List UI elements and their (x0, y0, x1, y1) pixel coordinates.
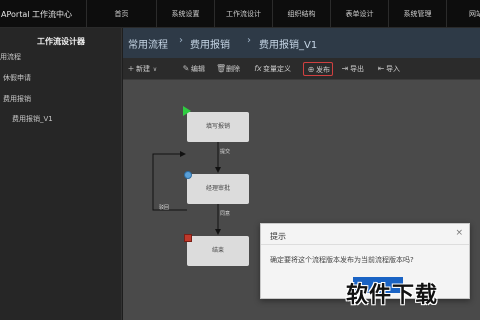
pencil-icon: ✎ (182, 64, 190, 73)
function-icon: fx (254, 64, 262, 73)
edge-label-submit: 提交 (220, 149, 231, 155)
nav-item-system-settings[interactable]: 系统设置 (156, 0, 214, 28)
top-navigation-bar: APortal 工作流中心 首页 系统设置 工作流设计 组织结构 表单设计 系统… (0, 0, 480, 28)
export-button[interactable]: ⇥ 导出 (340, 62, 364, 76)
toolbar: + 新建 ∨ ✎ 编辑 🗑删除 fx变量定义 ⊕ 发布 ⇥ 导出 ⇤ 导入 (123, 58, 480, 80)
sidebar-item-expense-v1[interactable]: 费用报销_V1 (12, 114, 53, 124)
edit-button[interactable]: ✎ 编辑 (181, 62, 205, 76)
breadcrumb-expense-v1: 费用报销_V1 (259, 40, 318, 51)
nav-item-website[interactable]: 网站 (446, 0, 480, 28)
start-icon (183, 106, 191, 116)
nav-item-workflow-design[interactable]: 工作流设计 (214, 0, 272, 28)
new-button[interactable]: + 新建 ∨ (126, 62, 160, 76)
edge-label-approve: 同意 (220, 211, 231, 217)
breadcrumb-common-flows[interactable]: 常用流程 (128, 36, 168, 51)
user-task-icon (184, 171, 192, 179)
nav-item-organization[interactable]: 组织结构 (272, 0, 330, 28)
app-title: APortal 工作流中心 (1, 10, 72, 19)
dialog-message: 确定要将这个流程版本发布为当前流程版本吗? (270, 256, 414, 264)
sidebar-title: 工作流设计器 (37, 37, 85, 46)
globe-icon: ⊕ (307, 65, 315, 74)
trash-icon: 🗑 (216, 64, 227, 73)
chevron-down-icon: ∨ (152, 66, 158, 73)
sidebar-item-expense[interactable]: 费用报销 (3, 94, 31, 104)
plus-icon: + (127, 64, 135, 73)
edge-reject (152, 151, 187, 211)
dialog-divider (261, 244, 469, 245)
sidebar-item-leave-request[interactable]: 休假申请 (3, 73, 31, 83)
publish-button[interactable]: ⊕ 发布 (303, 62, 333, 76)
flow-node-manager-approval[interactable]: 经理审批 (187, 174, 249, 204)
nav-item-system-admin[interactable]: 系统管理 (388, 0, 446, 28)
sidebar-item-common-flows[interactable]: 用流程 (0, 52, 21, 62)
close-icon[interactable]: × (455, 228, 463, 238)
dialog-title: 提示 (270, 232, 286, 241)
watermark-logo: 软件下载 (346, 283, 439, 308)
edge-label-reject: 驳回 (159, 205, 170, 211)
flow-node-end[interactable]: 结束 (187, 236, 249, 266)
end-icon (184, 234, 192, 242)
delete-button[interactable]: 🗑删除 (216, 62, 240, 76)
breadcrumb: 常用流程 › 费用报销 › 费用报销_V1 (123, 28, 480, 58)
breadcrumb-separator-icon: › (247, 35, 251, 46)
import-button[interactable]: ⇤ 导入 (376, 62, 400, 76)
import-icon: ⇤ (377, 64, 385, 73)
nav-item-home[interactable]: 首页 (86, 0, 156, 28)
breadcrumb-expense[interactable]: 费用报销 (190, 36, 230, 51)
flow-node-fill-expense[interactable]: 填写报销 (187, 112, 249, 142)
nav-item-form-design[interactable]: 表单设计 (330, 0, 388, 28)
variable-definition-button[interactable]: fx变量定义 (253, 62, 291, 76)
breadcrumb-separator-icon: › (179, 35, 183, 46)
export-icon: ⇥ (341, 64, 349, 73)
sidebar: 工作流设计器 用流程 休假申请 费用报销 费用报销_V1 (0, 28, 122, 320)
